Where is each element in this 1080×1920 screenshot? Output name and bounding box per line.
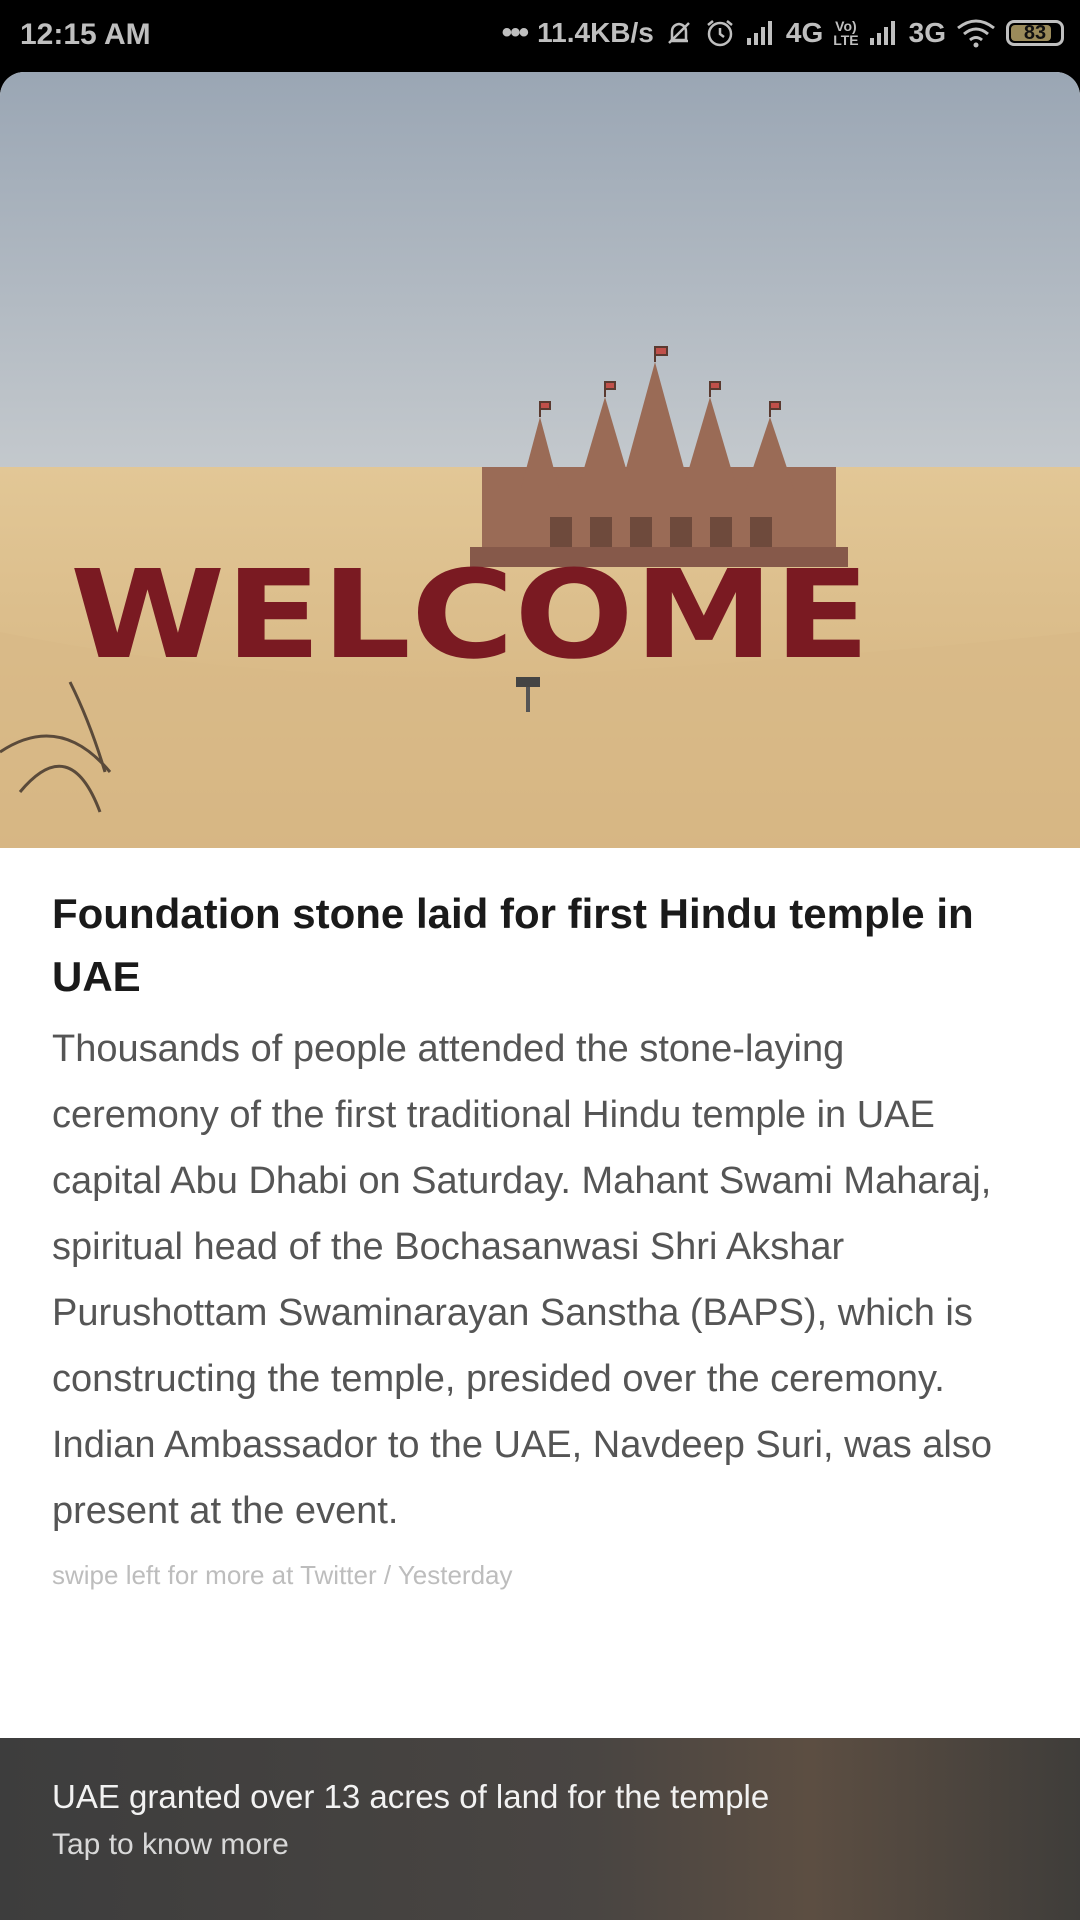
volte-badge: Vo) LTE (833, 19, 858, 47)
status-icons: ••• 11.4KB/s 4G Vo) LTE 3G 83 (502, 16, 1064, 50)
related-story-title[interactable]: UAE granted over 13 acres of land for th… (52, 1778, 769, 1816)
signal-strength-icon (869, 20, 899, 46)
status-bar: 12:15 AM ••• 11.4KB/s 4G Vo) LTE 3G 83 (0, 0, 1080, 72)
related-story-banner[interactable]: UAE granted over 13 acres of land for th… (0, 1738, 1080, 1920)
sim1-network-type: 4G (785, 17, 824, 48)
volte-bottom: LTE (833, 32, 859, 48)
article-image[interactable]: WELCOME (0, 72, 1080, 848)
status-time: 12:15 AM (20, 18, 151, 51)
bell-off-icon (664, 18, 694, 48)
more-notifications-indicator: ••• (501, 16, 529, 49)
alarm-icon (704, 17, 736, 49)
temple-photo: WELCOME (0, 72, 1080, 848)
article-body: Thousands of people attended the stone-l… (52, 1028, 992, 1532)
sim2-network-type: 3G (908, 17, 946, 48)
battery-level: 83 (1023, 21, 1047, 44)
article-headline: Foundation stone laid for first Hindu te… (52, 890, 974, 1000)
article-source-line[interactable]: swipe left for more at Twitter / Yesterd… (52, 1560, 1012, 1591)
welcome-sign-text: WELCOME (70, 544, 870, 686)
article-content: Foundation stone laid for first Hindu te… (52, 882, 1012, 1591)
signal-strength-icon (746, 20, 776, 46)
news-card[interactable]: WELCOME Foundation stone laid for first … (0, 72, 1080, 1920)
network-speed: 11.4KB/s (537, 17, 654, 48)
volte-top: Vo) (835, 18, 857, 34)
related-story-cta[interactable]: Tap to know more (52, 1828, 289, 1862)
wifi-icon (956, 18, 996, 48)
battery-icon: 83 (1006, 20, 1064, 46)
